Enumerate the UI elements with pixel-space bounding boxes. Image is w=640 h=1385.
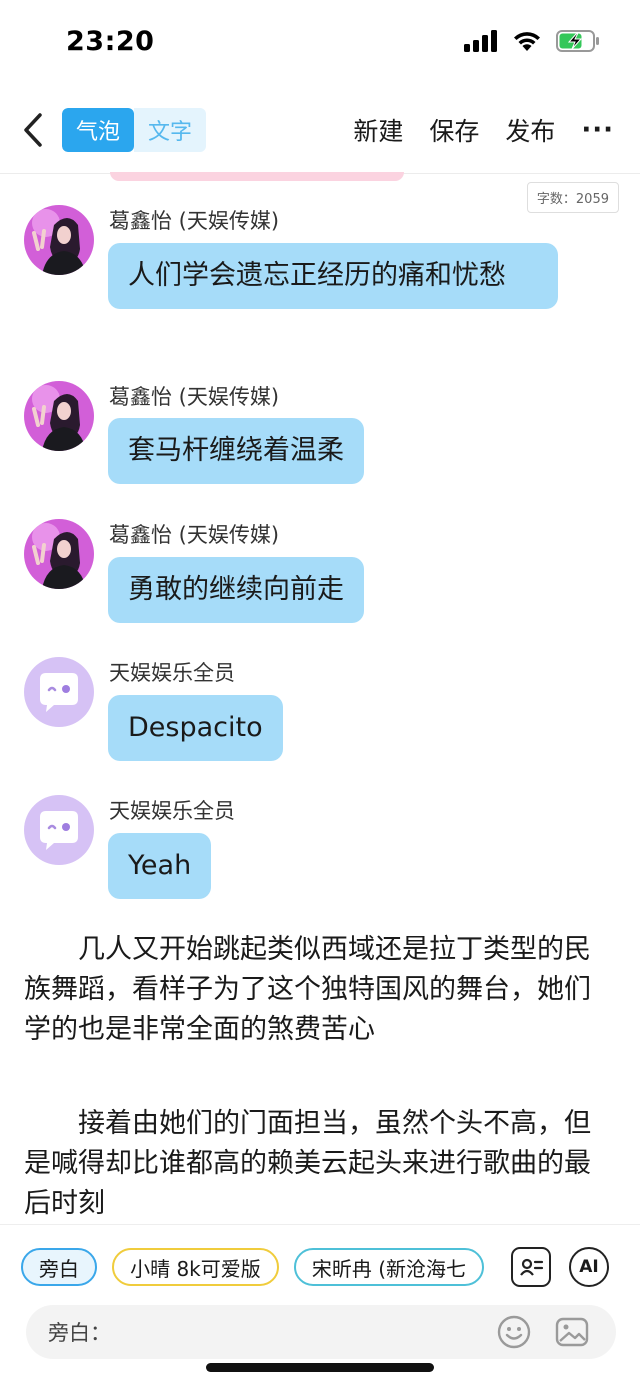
message-bubble: 勇敢的继续向前走 [108, 557, 364, 623]
save-button[interactable]: 保存 [429, 112, 479, 148]
message-sender: 葛鑫怡 (天娱传媒) [109, 385, 280, 409]
home-indicator [206, 1363, 434, 1372]
back-button[interactable] [18, 108, 48, 152]
message-bubble: 人们学会遗忘正经历的痛和忧愁 [108, 243, 558, 309]
chat-bubble-avatar [24, 657, 94, 727]
narration-paragraph[interactable]: 几人又开始跳起类似西域还是拉丁类型的民族舞蹈，看样子为了这个独特国风的舞台，她们… [24, 930, 616, 1050]
status-icons [464, 30, 600, 52]
message-sender: 葛鑫怡 (天娱传媒) [109, 523, 280, 547]
tab-text[interactable]: 文字 [134, 108, 207, 152]
narration-input[interactable]: 旁白： [26, 1305, 616, 1359]
chevron-left-icon [24, 113, 42, 147]
previous-bubble-edge [110, 172, 404, 181]
chat-bubble-avatar [24, 795, 94, 865]
contact-card-icon [520, 1258, 544, 1276]
navbar: 气泡 文字 新建 保存 发布 ··· [0, 86, 640, 174]
status-time: 23:20 [66, 26, 155, 57]
input-label: 旁白： [48, 1321, 111, 1345]
mode-tabs: 气泡 文字 [62, 108, 207, 152]
photo-avatar [24, 381, 94, 451]
composer-panel: 旁白 小晴 8k可爱版 宋昕冉 (新沧海七 AI 旁白： [0, 1224, 640, 1385]
status-bar: 23:20 [0, 0, 640, 86]
role-chip[interactable]: 宋昕冉 (新沧海七 [293, 1248, 485, 1286]
role-chips: 旁白 小晴 8k可爱版 宋昕冉 (新沧海七 [21, 1248, 491, 1288]
role-chip[interactable]: 小晴 8k可爱版 [112, 1248, 279, 1286]
publish-button[interactable]: 发布 [505, 112, 555, 148]
signal-icon [464, 30, 497, 52]
tab-bubble[interactable]: 气泡 [62, 108, 135, 152]
smiley-icon[interactable] [496, 1314, 532, 1350]
message-sender: 天娱娱乐全员 [109, 799, 235, 823]
photo-avatar [24, 519, 94, 589]
message-bubble: 套马杆缠绕着温柔 [108, 418, 364, 484]
message-sender: 葛鑫怡 (天娱传媒) [109, 209, 280, 233]
message-sender: 天娱娱乐全员 [109, 661, 235, 685]
new-button[interactable]: 新建 [353, 112, 403, 148]
nav-actions: 新建 保存 发布 ··· [353, 108, 614, 152]
ai-button[interactable]: AI [569, 1247, 609, 1287]
message-bubble: Yeah [108, 833, 212, 899]
word-count-badge: 字数：2059 [526, 182, 619, 213]
more-button[interactable]: ··· [581, 115, 614, 145]
battery-charging-icon [556, 30, 599, 52]
narration-paragraph[interactable]: 接着由她们的门面担当，虽然个头不高，但是喊得却比谁都高的赖美云起头来进行歌曲的最… [24, 1104, 616, 1224]
photo-avatar [24, 205, 94, 275]
contact-card-button[interactable] [511, 1247, 551, 1287]
message-bubble: Despacito [108, 695, 283, 761]
wifi-icon [514, 32, 540, 51]
role-chip-narration[interactable]: 旁白 [21, 1248, 97, 1286]
image-icon[interactable] [554, 1314, 590, 1350]
